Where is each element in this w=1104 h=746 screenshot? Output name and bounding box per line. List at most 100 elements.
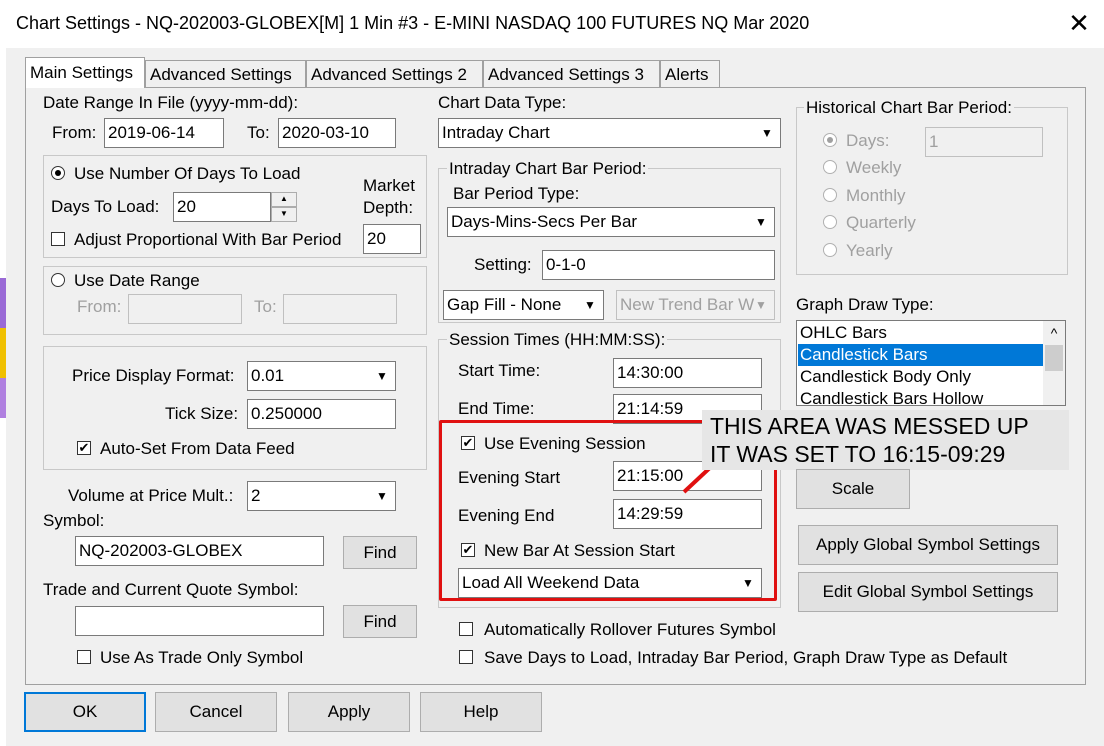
from-label: From: [52, 123, 97, 142]
days-to-load-label: Days To Load: [51, 197, 160, 216]
yearly-label: Yearly [846, 241, 893, 260]
bar-period-type-select[interactable]: Days-Mins-Secs Per Bar ▼ [447, 207, 775, 237]
market-depth-field[interactable]: 20 [363, 224, 421, 254]
use-days-radio[interactable] [51, 166, 65, 180]
trade-quote-label: Trade and Current Quote Symbol: [43, 580, 299, 599]
tab-advanced-settings-3[interactable]: Advanced Settings 3 [483, 60, 660, 87]
new-trend-bar-select: New Trend Bar W ▼ [616, 290, 775, 320]
setting-field[interactable]: 0-1-0 [542, 250, 775, 280]
cancel-button[interactable]: Cancel [155, 692, 277, 732]
price-format-select[interactable]: 0.01 ▼ [247, 361, 396, 391]
use-date-range-label: Use Date Range [74, 271, 200, 290]
graph-draw-type-list[interactable]: OHLC Bars Candlestick Bars Candlestick B… [796, 320, 1066, 406]
tick-size-field[interactable]: 0.250000 [247, 399, 396, 429]
scroll-up-icon[interactable]: ^ [1043, 321, 1065, 343]
spin-up-icon[interactable]: ▲ [271, 192, 297, 207]
find-symbol-button[interactable]: Find [343, 536, 417, 569]
ok-button[interactable]: OK [24, 692, 146, 732]
tab-main-settings[interactable]: Main Settings [25, 57, 145, 88]
bar-period-type-label: Bar Period Type: [453, 184, 580, 203]
days-to-load-spinner[interactable]: ▲ ▼ [271, 192, 297, 222]
market-depth-label-2: Depth: [363, 198, 414, 217]
scale-button[interactable]: Scale [796, 469, 910, 509]
chart-data-type-label: Chart Data Type: [438, 93, 567, 112]
chart-data-type-select[interactable]: Intraday Chart ▼ [438, 118, 781, 148]
range-to-field [283, 294, 397, 324]
trade-quote-field[interactable] [75, 606, 324, 636]
to-label: To: [247, 123, 270, 142]
days-label: Days: [846, 131, 890, 150]
apply-global-symbol-settings-button[interactable]: Apply Global Symbol Settings [798, 525, 1058, 565]
chart-data-type-value: Intraday Chart [442, 123, 550, 142]
trade-only-label: Use As Trade Only Symbol [100, 648, 304, 667]
use-date-range-radio[interactable] [51, 273, 65, 287]
title-bar: Chart Settings - NQ-202003-GLOBEX[M] 1 M… [0, 0, 1104, 48]
days-to-load-field[interactable]: 20 [173, 192, 271, 222]
bar-period-type-value: Days-Mins-Secs Per Bar [451, 212, 638, 231]
setting-label: Setting: [474, 255, 532, 274]
dropdown-arrow-icon[interactable]: ▼ [748, 208, 774, 236]
auto-set-label: Auto-Set From Data Feed [100, 439, 295, 458]
adjust-proportional-label: Adjust Proportional With Bar Period [74, 230, 342, 249]
auto-rollover-label: Automatically Rollover Futures Symbol [484, 620, 776, 639]
volume-mult-label: Volume at Price Mult.: [68, 486, 234, 505]
date-range-header: Date Range In File (yyyy-mm-dd): [43, 93, 299, 112]
days-radio [823, 133, 837, 147]
annotation-callout: THIS AREA WAS MESSED UP IT WAS SET TO 16… [702, 410, 1069, 470]
tick-size-label: Tick Size: [165, 404, 239, 423]
price-format-label: Price Display Format: [72, 366, 235, 385]
dropdown-arrow-icon[interactable]: ▼ [577, 291, 603, 319]
historical-days-field: 1 [925, 127, 1043, 157]
weekly-label: Weekly [846, 158, 902, 177]
session-times-title: Session Times (HH:MM:SS): [447, 330, 668, 350]
market-depth-label: Market [363, 176, 415, 195]
symbol-field[interactable]: NQ-202003-GLOBEX [75, 536, 324, 566]
start-time-label: Start Time: [458, 361, 541, 380]
list-item[interactable]: Candlestick Body Only [798, 366, 1045, 388]
help-button[interactable]: Help [420, 692, 542, 732]
end-time-label: End Time: [458, 399, 535, 418]
edit-global-symbol-settings-button[interactable]: Edit Global Symbol Settings [798, 572, 1058, 612]
list-scrollbar[interactable]: ^ [1043, 321, 1065, 405]
historical-bar-period-title: Historical Chart Bar Period: [804, 98, 1014, 118]
list-item[interactable]: Candlestick Bars Hollow [798, 388, 1045, 405]
auto-set-checkbox[interactable]: ✔ [77, 441, 91, 455]
dropdown-arrow-icon: ▼ [755, 298, 767, 312]
trade-only-checkbox[interactable] [77, 650, 91, 664]
volume-mult-value: 2 [251, 486, 261, 505]
annotation-line-1: THIS AREA WAS MESSED UP [710, 413, 1029, 439]
scroll-thumb[interactable] [1045, 345, 1063, 371]
to-date-field[interactable]: 2020-03-10 [278, 118, 396, 148]
monthly-label: Monthly [846, 186, 906, 205]
spin-down-icon[interactable]: ▼ [271, 207, 297, 222]
volume-mult-select[interactable]: 2 ▼ [247, 481, 396, 511]
close-icon[interactable]: ✕ [1062, 6, 1096, 40]
range-from-label: From: [77, 297, 122, 316]
symbol-label: Symbol: [43, 511, 105, 530]
find-trade-symbol-button[interactable]: Find [343, 605, 417, 638]
gap-fill-value: Gap Fill - None [447, 295, 562, 314]
annotation-line-2: IT WAS SET TO 16:15-09:29 [710, 441, 1006, 467]
dropdown-arrow-icon[interactable]: ▼ [754, 119, 780, 147]
dropdown-arrow-icon[interactable]: ▼ [369, 482, 395, 510]
from-date-field[interactable]: 2019-06-14 [104, 118, 224, 148]
auto-rollover-checkbox[interactable] [459, 622, 473, 636]
gap-fill-select[interactable]: Gap Fill - None ▼ [443, 290, 604, 320]
list-item[interactable]: OHLC Bars [798, 322, 1045, 344]
save-default-checkbox[interactable] [459, 650, 473, 664]
quarterly-label: Quarterly [846, 213, 916, 232]
tab-advanced-settings[interactable]: Advanced Settings [145, 60, 306, 87]
window-title: Chart Settings - NQ-202003-GLOBEX[M] 1 M… [16, 13, 810, 33]
monthly-radio [823, 188, 837, 202]
apply-button[interactable]: Apply [288, 692, 410, 732]
tab-alerts[interactable]: Alerts [660, 60, 720, 87]
dropdown-arrow-icon[interactable]: ▼ [369, 362, 395, 390]
use-days-label: Use Number Of Days To Load [74, 164, 301, 183]
price-format-value: 0.01 [251, 366, 285, 385]
graph-draw-type-label: Graph Draw Type: [796, 295, 934, 314]
start-time-field[interactable]: 14:30:00 [613, 358, 762, 388]
tab-advanced-settings-2[interactable]: Advanced Settings 2 [306, 60, 483, 87]
adjust-proportional-checkbox[interactable] [51, 232, 65, 246]
weekly-radio [823, 160, 837, 174]
list-item-selected[interactable]: Candlestick Bars [798, 344, 1045, 366]
